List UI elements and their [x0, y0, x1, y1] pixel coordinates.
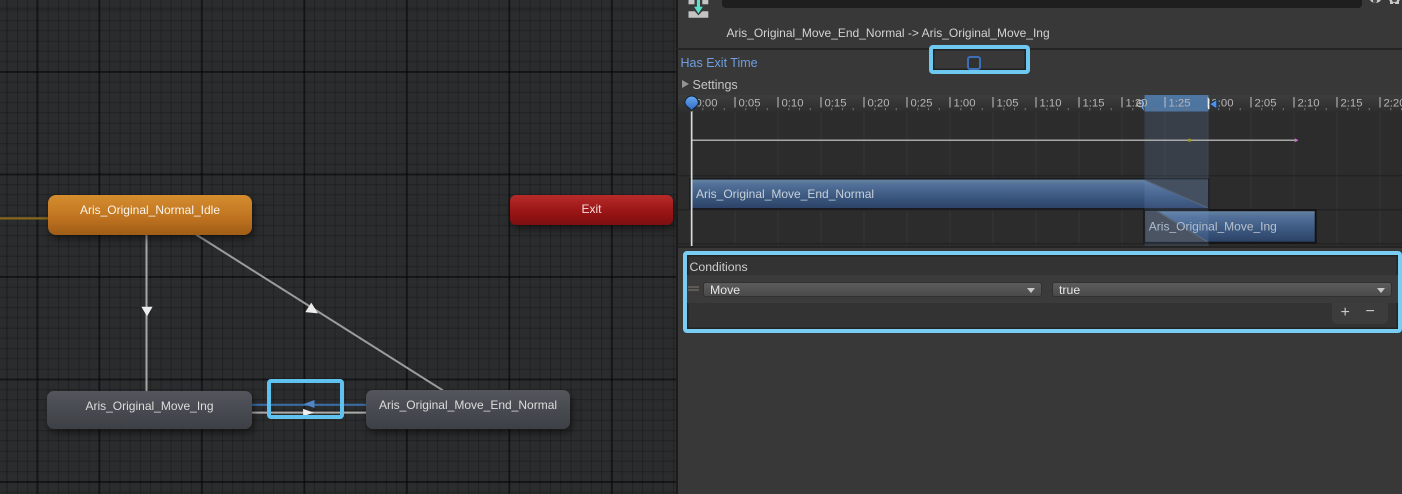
- svg-text:2:10: 2:10: [1298, 98, 1320, 110]
- svg-text:2:20: 2:20: [1384, 98, 1402, 110]
- svg-text:0:05: 0:05: [739, 98, 761, 110]
- svg-text:1:15: 1:15: [1083, 98, 1105, 110]
- svg-text:Aris_Original_Move_End_Normal: Aris_Original_Move_End_Normal: [696, 187, 874, 201]
- svg-text:0:10: 0:10: [782, 98, 804, 110]
- svg-text:0:15: 0:15: [825, 98, 847, 110]
- svg-text:1:25: 1:25: [1169, 98, 1191, 110]
- svg-text:0:00: 0:00: [696, 98, 718, 110]
- svg-text:2:05: 2:05: [1255, 98, 1277, 110]
- svg-text:2:15: 2:15: [1341, 98, 1363, 110]
- svg-text:0:20: 0:20: [868, 98, 890, 110]
- svg-text:1:05: 1:05: [997, 98, 1019, 110]
- svg-text:1:10: 1:10: [1040, 98, 1062, 110]
- svg-text:0:25: 0:25: [911, 98, 933, 110]
- svg-text:1:00: 1:00: [954, 98, 976, 110]
